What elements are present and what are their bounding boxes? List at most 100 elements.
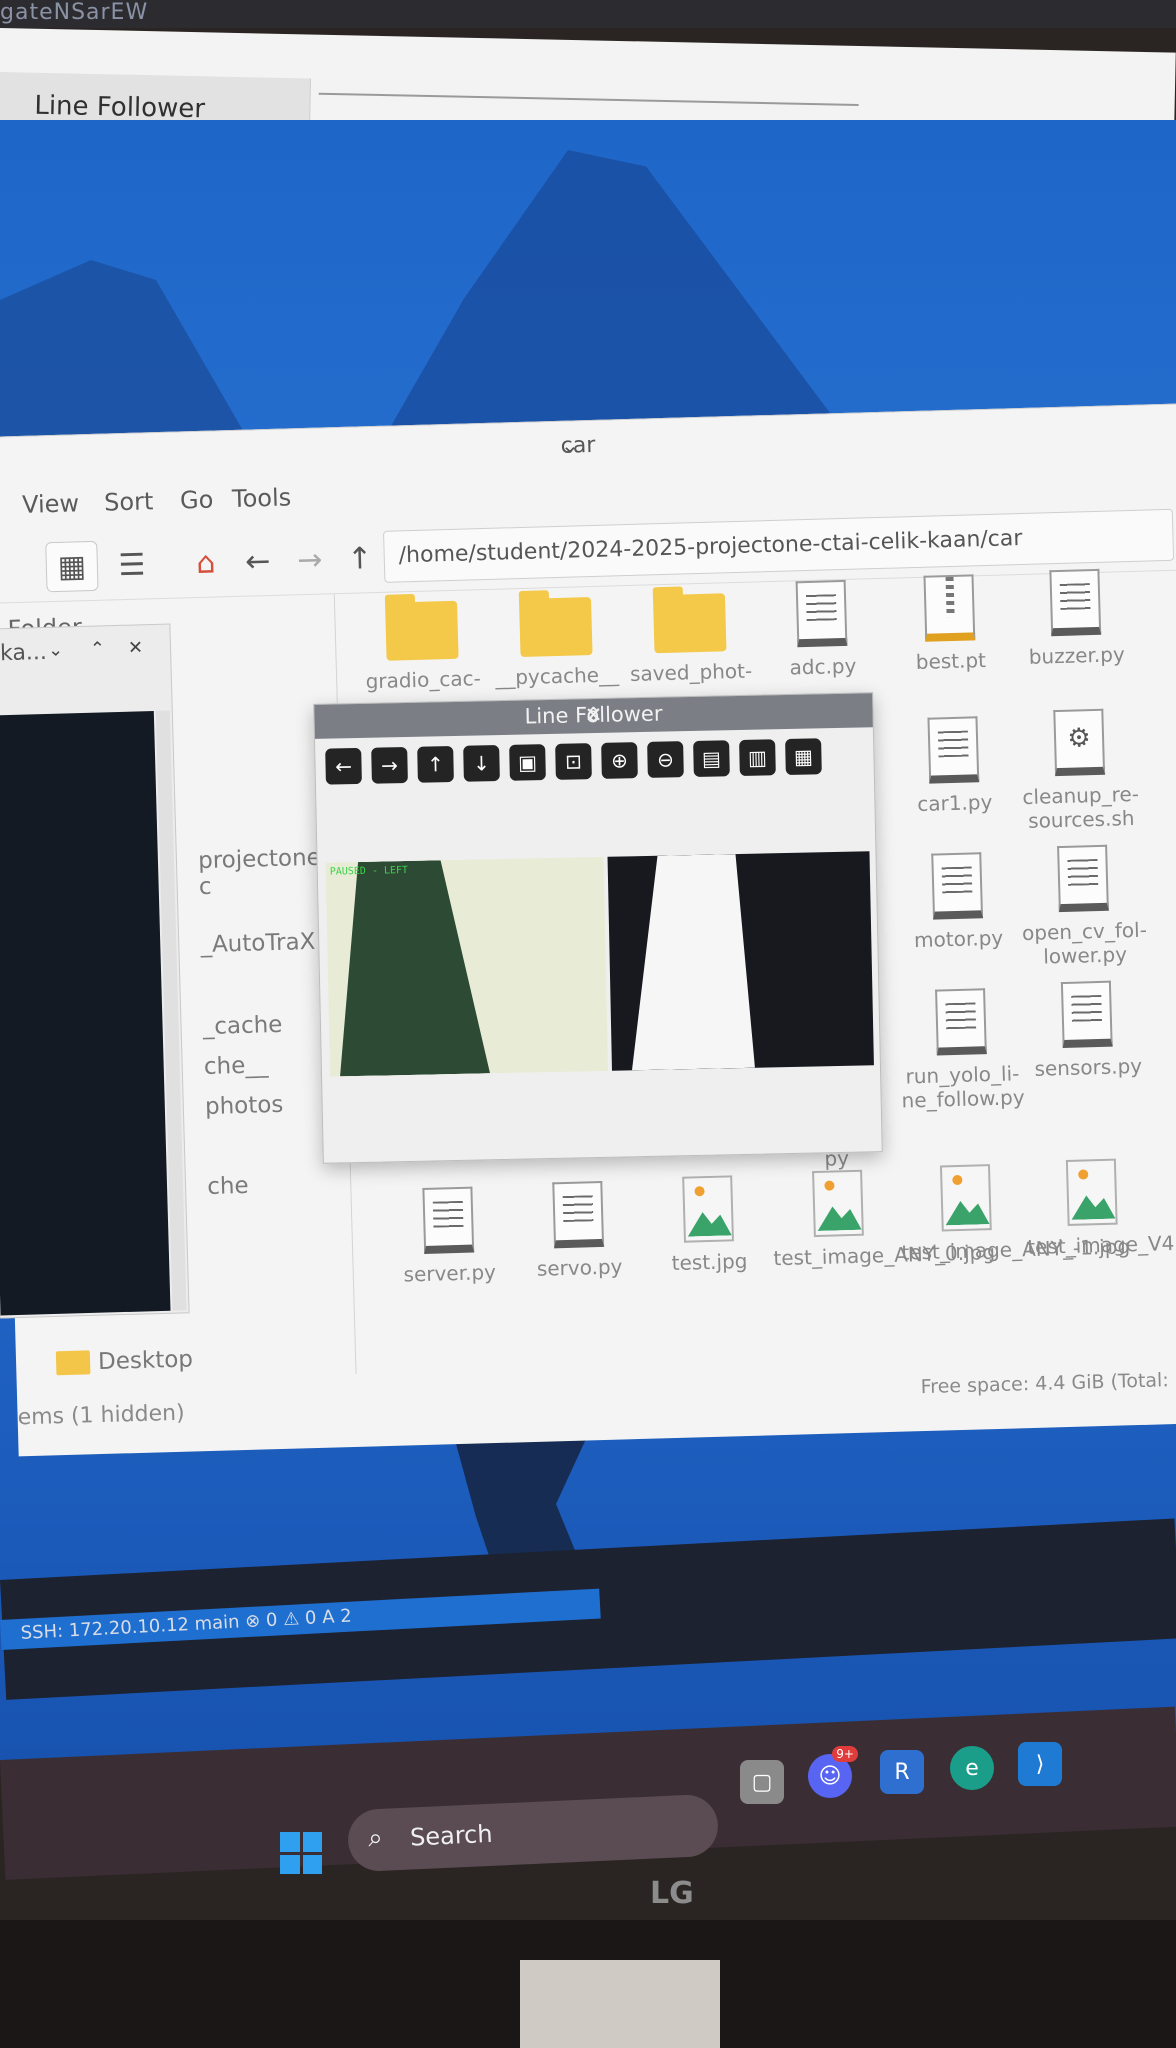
zoom-out-icon[interactable]: ⊖ bbox=[647, 741, 684, 778]
document-icon bbox=[422, 1186, 475, 1254]
document-icon bbox=[552, 1180, 605, 1249]
image-icon bbox=[1065, 1158, 1118, 1226]
sidebar-item[interactable]: _AutoTraX bbox=[200, 929, 316, 958]
file-name: test.jpg bbox=[671, 1248, 748, 1276]
camera-frame: PAUSED - LEFT bbox=[325, 856, 608, 1077]
image-icon[interactable]: ▣ bbox=[509, 744, 546, 781]
file-name: servo.py bbox=[536, 1254, 623, 1281]
sidebar-item[interactable]: che bbox=[207, 1173, 249, 1200]
home-icon[interactable]: ⌂ bbox=[179, 537, 232, 588]
file-item[interactable]: gradio_cac- bbox=[355, 600, 489, 694]
camera-overlay-text: PAUSED - LEFT bbox=[329, 864, 409, 878]
file-name: server.py bbox=[403, 1259, 497, 1287]
tab-divider bbox=[318, 92, 859, 106]
notification-badge: 9+ bbox=[832, 1746, 858, 1762]
file-item[interactable]: buzzer.py bbox=[1008, 568, 1143, 670]
sidebar-item-desktop[interactable]: Desktop bbox=[55, 1346, 194, 1376]
file-item[interactable]: saved_phot- bbox=[623, 592, 757, 686]
arrow-down-icon[interactable]: ↓ bbox=[463, 745, 500, 782]
image-icon bbox=[939, 1164, 992, 1232]
terminal-body[interactable] bbox=[0, 710, 171, 1316]
up-arrow-icon[interactable]: ↑ bbox=[333, 533, 386, 584]
save-icon[interactable]: ▤ bbox=[693, 740, 730, 777]
file-item[interactable]: __pycache__ bbox=[489, 596, 623, 690]
back-arrow-icon[interactable]: ← bbox=[231, 536, 284, 587]
document-icon bbox=[1060, 980, 1113, 1049]
file-item[interactable]: motor.py bbox=[890, 851, 1025, 953]
file-item[interactable]: car1.py bbox=[886, 715, 1021, 817]
line-follower-window: Line Follower ⌄ ⌃ ✕ ← → ↑ ↓ ▣ ⊡ ⊕ ⊖ ▤ ▥ … bbox=[313, 692, 883, 1164]
menu-view[interactable]: View bbox=[22, 489, 80, 519]
archive-icon bbox=[923, 574, 976, 642]
menu-go[interactable]: Go bbox=[180, 486, 214, 515]
windows-start-icon[interactable] bbox=[280, 1832, 322, 1874]
sidebar-item[interactable]: che__ bbox=[204, 1052, 269, 1080]
file-item[interactable]: server.py bbox=[381, 1185, 516, 1287]
file-item[interactable]: open_cv_fol-lower.py bbox=[1016, 844, 1151, 970]
image-icon bbox=[812, 1169, 864, 1238]
file-item[interactable]: test_image_ANY_0.jpg bbox=[771, 1169, 995, 1270]
status-item-count: ems (1 hidden) bbox=[17, 1400, 185, 1431]
camera-track bbox=[336, 859, 490, 1076]
file-item[interactable]: adc.py bbox=[755, 579, 890, 681]
document-icon bbox=[1057, 844, 1109, 913]
document-icon bbox=[795, 579, 848, 648]
arrow-up-icon[interactable]: ↑ bbox=[417, 745, 454, 783]
folder-icon bbox=[652, 593, 727, 654]
file-name: gradio_cac- bbox=[365, 666, 482, 694]
folder-icon bbox=[518, 597, 593, 658]
settings-save-icon[interactable]: ▦ bbox=[785, 738, 822, 776]
file-name: run_yolo_li-ne_follow.py bbox=[901, 1061, 1025, 1113]
edge-browser-icon[interactable]: e bbox=[950, 1746, 994, 1790]
remote-window-title: gateNSarEW bbox=[0, 0, 149, 25]
forward-arrow-icon[interactable]: → bbox=[283, 534, 336, 585]
sidebar-item[interactable]: photos bbox=[205, 1092, 284, 1120]
remote-desktop-icon[interactable]: R bbox=[880, 1750, 924, 1794]
image-toolbar: ← → ↑ ↓ ▣ ⊡ ⊕ ⊖ ▤ ▥ ▦ bbox=[325, 738, 822, 792]
document-icon bbox=[1049, 568, 1102, 637]
vscode-icon[interactable]: ⟩ bbox=[1018, 1742, 1062, 1786]
desktop-label: Desktop bbox=[97, 1346, 194, 1376]
close-icon[interactable]: ✕ bbox=[128, 637, 144, 658]
folder-icon bbox=[385, 600, 459, 661]
sidebar-item[interactable]: _cache bbox=[202, 1012, 282, 1040]
photo-scene: gateNSarEW Line Follower car ⌄ View Sort… bbox=[0, 0, 1176, 2048]
file-item[interactable]: best.pt bbox=[882, 573, 1017, 675]
maximize-icon[interactable]: ⌃ bbox=[90, 638, 106, 659]
icon-view-icon[interactable]: ▦ bbox=[45, 540, 99, 593]
file-name: motor.py bbox=[913, 925, 1004, 953]
file-item[interactable]: ⚙ cleanup_re-sources.sh bbox=[1012, 708, 1147, 834]
task-view-icon[interactable]: ▢ bbox=[740, 1760, 784, 1804]
file-item[interactable]: sensors.py bbox=[1020, 980, 1155, 1082]
monitor-logo: LG bbox=[650, 1876, 694, 1911]
zoom-in-icon[interactable]: ⊕ bbox=[601, 742, 638, 779]
clipboard-icon[interactable]: ▥ bbox=[739, 739, 776, 776]
terminal-titlebar[interactable]: -ka... bbox=[0, 625, 171, 676]
monitor-bezel: gateNSarEW bbox=[0, 0, 1176, 28]
file-name: cleanup_re-sources.sh bbox=[1022, 781, 1140, 833]
discord-icon[interactable]: ☺ 9+ bbox=[808, 1746, 858, 1798]
arrow-right-icon[interactable]: → bbox=[371, 746, 408, 784]
status-free-space: Free space: 4.4 GiB (Total: 28.5 bbox=[920, 1368, 1176, 1399]
file-item[interactable]: servo.py bbox=[511, 1180, 646, 1282]
image-search-icon[interactable]: ⊡ bbox=[555, 743, 592, 780]
search-label: Search bbox=[409, 1819, 494, 1852]
menu-sort[interactable]: Sort bbox=[104, 487, 154, 516]
file-name: buzzer.py bbox=[1028, 642, 1126, 669]
minimize-icon[interactable]: ⌄ bbox=[48, 639, 64, 660]
menu-tools[interactable]: Tools bbox=[232, 483, 292, 513]
gear-icon: ⚙ bbox=[1053, 708, 1106, 777]
file-name: saved_phot- bbox=[629, 658, 753, 686]
file-name: open_cv_fol-lower.py bbox=[1021, 917, 1148, 969]
arrow-left-icon[interactable]: ← bbox=[325, 747, 362, 785]
file-item[interactable]: run_yolo_li-ne_follow.py bbox=[894, 987, 1029, 1113]
monitor-stand bbox=[520, 1960, 720, 2048]
file-item[interactable]: test_image_ANY_-1.jpg bbox=[899, 1163, 1130, 1265]
threshold-mask bbox=[607, 851, 874, 1071]
file-item[interactable]: test_image_V4L2_0.jpg bbox=[1025, 1157, 1176, 1259]
search-icon: ⌕ bbox=[367, 1822, 384, 1854]
file-item[interactable]: test.jpg bbox=[641, 1174, 776, 1276]
document-icon bbox=[931, 852, 984, 920]
list-view-icon[interactable]: ☰ bbox=[105, 539, 158, 590]
close-icon[interactable]: ✕ bbox=[314, 697, 872, 733]
